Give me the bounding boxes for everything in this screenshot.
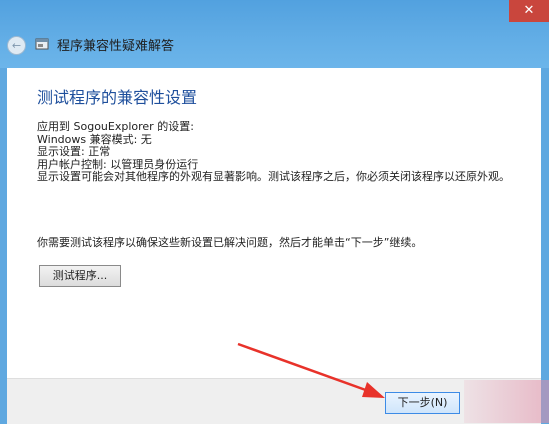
- info-line: 显示设置: 正常: [37, 145, 111, 158]
- window-title-bar: [0, 0, 549, 68]
- settings-summary: 应用到 SogouExplorer 的设置: Windows 兼容模式: 无 显…: [37, 120, 527, 184]
- test-prompt: 你需要测试该程序以确保这些新设置已解决问题，然后才能单击“下一步”继续。: [37, 236, 423, 249]
- info-line: Windows 兼容模式: 无: [37, 132, 152, 146]
- pink-overlay: [464, 380, 549, 423]
- close-icon: ✕: [523, 3, 535, 18]
- info-line: 应用到 SogouExplorer 的设置:: [37, 120, 194, 133]
- wizard-title: 程序兼容性疑难解答: [57, 39, 175, 54]
- info-line: 显示设置可能会对其他程序的外观有显著影响。测试该程序之后，你必须关闭该程序以还原…: [37, 170, 510, 183]
- next-button[interactable]: 下一步(N): [385, 392, 460, 414]
- page-heading: 测试程序的兼容性设置: [37, 88, 198, 107]
- back-button[interactable]: ←: [7, 36, 26, 55]
- troubleshooter-icon: [35, 38, 49, 50]
- wizard-footer: 下一步(N): [7, 378, 541, 424]
- test-program-button[interactable]: 测试程序...: [39, 265, 121, 287]
- arrow-left-icon: ←: [11, 39, 22, 52]
- wizard-panel: 测试程序的兼容性设置 应用到 SogouExplorer 的设置: Window…: [7, 68, 541, 424]
- close-button[interactable]: ✕: [509, 0, 549, 22]
